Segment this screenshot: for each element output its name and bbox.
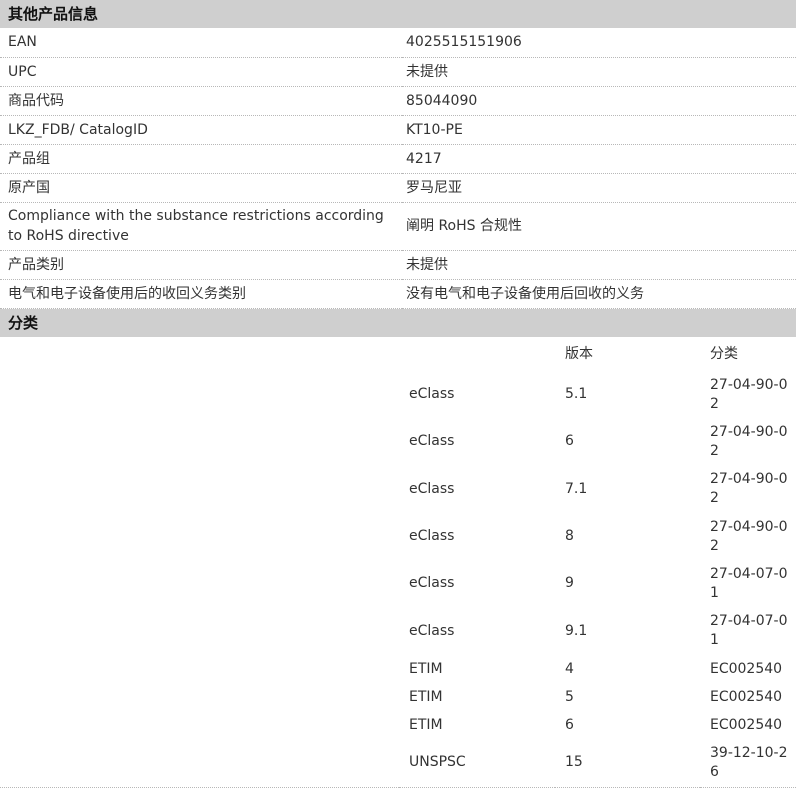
other-product-info-table: EAN 4025515151906 UPC 未提供 商品代码 85044090 … [0,28,796,309]
info-key: 电气和电子设备使用后的收回义务类别 [0,279,402,309]
info-value: 未提供 [402,250,796,280]
info-key: 原产国 [0,173,402,203]
system-cell: eClass [409,528,455,544]
table-row: eClass 8 27-04-90-02 [0,513,796,560]
info-row-commodity-code: 商品代码 85044090 [0,86,796,116]
info-key: UPC [0,57,402,87]
info-row-upc: UPC 未提供 [0,57,796,87]
version-cell: 6 [565,716,574,733]
system-cell: ETIM [409,688,443,705]
version-cell: 9 [565,575,574,591]
code-cell: 27-04-90-02 [710,376,788,412]
table-row: ETIM 4 EC002540 [0,655,796,683]
info-row-product-category: 产品类别 未提供 [0,250,796,280]
info-value: 没有电气和电子设备使用后回收的义务 [402,279,796,309]
table-row: ETIM 6 EC002540 [0,711,796,739]
version-cell: 6 [565,433,574,449]
table-row: eClass 9 27-04-07-01 [0,560,796,607]
version-cell: 8 [565,528,574,544]
info-row-product-group: 产品组 4217 [0,144,796,174]
blank-cell [0,513,399,560]
code-cell: 27-04-90-02 [710,518,788,554]
system-cell: ETIM [409,716,443,733]
info-value: 85044090 [402,86,796,116]
info-value: KT10-PE [402,115,796,145]
info-value: 4025515151906 [402,28,796,58]
info-key: 产品类别 [0,250,402,280]
system-cell: eClass [409,575,455,591]
info-value: 罗马尼亚 [402,173,796,203]
classification-table: 版本 分类 eClass 5.1 27-04-90-02 eClass 6 27… [0,337,796,788]
info-key: 产品组 [0,144,402,174]
table-row: ETIM 5 EC002540 [0,683,796,711]
system-cell: UNSPSC [399,739,555,788]
info-key: LKZ_FDB/ CatalogID [0,115,402,145]
version-cell: 15 [555,739,700,788]
class-column-header: 分类 [710,345,738,362]
info-row-catalog-id: LKZ_FDB/ CatalogID KT10-PE [0,115,796,145]
code-cell: 27-04-07-01 [710,613,788,648]
blank-cell [0,337,399,371]
blank-cell [0,371,399,418]
info-value: 阐明 RoHS 合规性 [402,202,796,251]
blank-cell [0,418,399,465]
info-row-ean: EAN 4025515151906 [0,28,796,58]
info-key: 商品代码 [0,86,402,116]
info-value: 未提供 [402,57,796,87]
code-cell: EC002540 [710,688,783,705]
blank-cell [0,711,399,739]
blank-cell [0,465,399,513]
version-cell: 5.1 [565,386,588,402]
table-row: UNSPSC 15 39-12-10-26 [0,739,796,788]
system-cell: eClass [409,622,455,639]
system-cell: eClass [409,480,455,497]
classification-header: 分类 [0,309,796,337]
info-row-weee-category: 电气和电子设备使用后的收回义务类别 没有电气和电子设备使用后回收的义务 [0,279,796,309]
version-cell: 4 [565,660,574,677]
code-cell: EC002540 [710,660,783,677]
blank-cell [0,683,399,711]
version-cell: 9.1 [565,622,588,639]
version-column-header: 版本 [565,345,593,362]
code-cell: 27-04-90-02 [710,423,788,459]
code-cell: 27-04-07-01 [710,565,788,601]
system-cell: eClass [409,386,455,402]
version-cell: 7.1 [565,480,588,497]
code-cell: 39-12-10-26 [700,739,796,788]
info-key: Compliance with the substance restrictio… [0,202,402,251]
version-cell: 5 [565,688,574,705]
info-key: EAN [0,28,402,58]
table-row: eClass 9.1 27-04-07-01 [0,607,796,655]
code-cell: 27-04-90-02 [710,471,788,506]
other-product-info-header: 其他产品信息 [0,0,796,28]
info-value: 4217 [402,144,796,174]
blank-cell [0,607,399,655]
blank-cell [0,560,399,607]
table-row: eClass 7.1 27-04-90-02 [0,465,796,513]
blank-cell [0,655,399,683]
info-row-country-of-origin: 原产国 罗马尼亚 [0,173,796,203]
info-row-rohs: Compliance with the substance restrictio… [0,202,796,251]
table-row: eClass 5.1 27-04-90-02 [0,371,796,418]
blank-cell [0,739,399,788]
system-column-header [399,337,555,371]
system-cell: ETIM [409,660,443,677]
system-cell: eClass [409,433,455,449]
table-row: eClass 6 27-04-90-02 [0,418,796,465]
code-cell: EC002540 [710,716,783,733]
classification-header-row: 版本 分类 [0,337,796,371]
